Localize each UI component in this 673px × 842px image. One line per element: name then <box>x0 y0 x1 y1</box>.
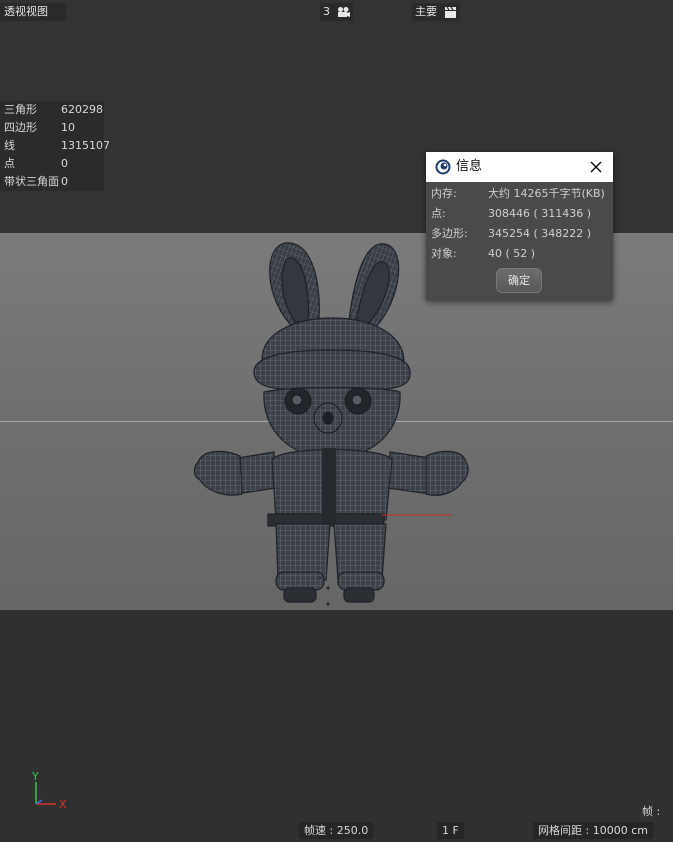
grid-spacing-readout: 网格间距 : 10000 cm <box>533 822 653 839</box>
current-frame-readout: 1 F <box>437 822 464 839</box>
stat-label: 三角形 <box>4 103 37 116</box>
stat-row-lines: 线 1315107 <box>0 137 110 155</box>
viewport-lower-area <box>0 610 673 842</box>
dialog-title: 信息 <box>456 159 483 174</box>
clapperboard-icon <box>444 6 456 18</box>
info-row-polygons: 多边形: 345254 ( 348222 ) <box>426 224 613 244</box>
scene-stats-panel: 三角形 620298 四边形 10 线 1315107 点 0 带状三角面 0 <box>0 101 110 191</box>
camera-menu[interactable]: 3 <box>320 3 353 21</box>
info-row-objects: 对象: 40 ( 52 ) <box>426 244 613 264</box>
camera-label-text: 3 <box>323 5 330 18</box>
info-value: 308446 ( 311436 ) <box>488 207 592 220</box>
cinema4d-logo-icon <box>435 159 451 175</box>
x-axis-label: X <box>59 798 67 811</box>
stat-row-points: 点 0 <box>0 155 104 173</box>
stat-value: 10 <box>61 121 75 134</box>
info-label: 点: <box>431 207 446 220</box>
stat-row-triangle-strips: 带状三角面 0 <box>0 173 104 191</box>
info-value: 40 ( 52 ) <box>488 247 536 260</box>
stat-row-quads: 四边形 10 <box>0 119 104 137</box>
stat-label: 点 <box>4 157 15 170</box>
fps-readout: 帧速 : 250.0 <box>299 822 374 839</box>
y-axis-label: Y <box>31 770 39 783</box>
dialog-titlebar[interactable]: 信息 <box>426 152 613 182</box>
close-icon[interactable] <box>587 158 605 176</box>
stat-value: 620298 <box>61 103 103 116</box>
info-label: 对象: <box>431 247 457 260</box>
info-row-memory: 内存: 大约 14265千字节(KB) <box>426 184 613 204</box>
info-label: 内存: <box>431 187 457 200</box>
stat-label: 四边形 <box>4 121 37 134</box>
axis-gizmo: Y X <box>31 770 67 811</box>
stat-value: 0 <box>61 157 68 170</box>
info-value: 大约 14265千字节(KB) <box>488 187 605 200</box>
info-value: 345254 ( 348222 ) <box>488 227 592 240</box>
render-menu[interactable]: 主要 <box>412 3 460 21</box>
camera-reel-icon <box>337 7 350 17</box>
stat-value: 0 <box>61 175 68 188</box>
stat-label: 带状三角面 <box>4 175 59 188</box>
stat-value: 1315107 <box>61 139 110 152</box>
ok-button[interactable]: 确定 <box>496 268 542 293</box>
info-label: 多边形: <box>431 227 468 240</box>
stat-row-triangles: 三角形 620298 <box>0 101 104 119</box>
info-row-points: 点: 308446 ( 311436 ) <box>426 204 613 224</box>
stat-label: 线 <box>4 139 15 152</box>
viewport-title[interactable]: 透视视图 <box>0 3 66 21</box>
render-label-text: 主要 <box>415 5 437 18</box>
info-dialog: 信息 内存: 大约 14265千字节(KB) 点: 308446 ( 31143… <box>426 152 613 300</box>
